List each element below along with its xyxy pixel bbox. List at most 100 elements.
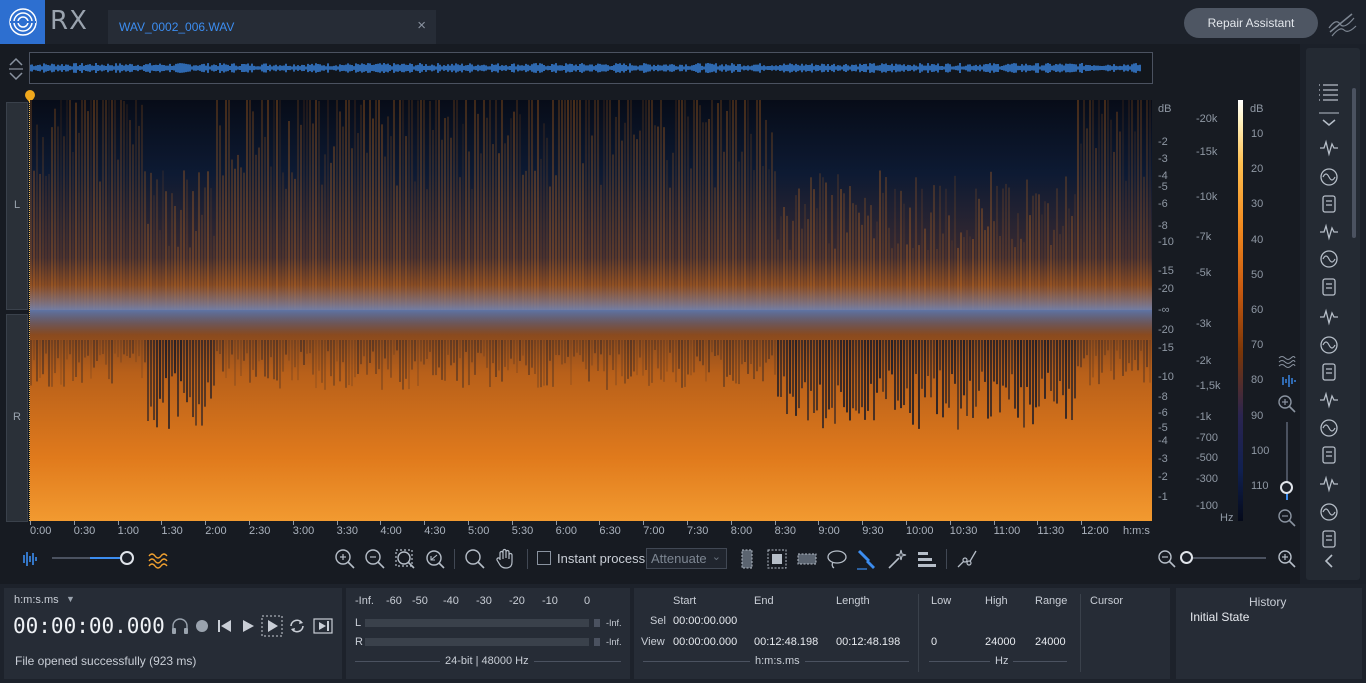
loop-icon[interactable] bbox=[287, 616, 307, 636]
de-crackle-icon[interactable] bbox=[1317, 165, 1341, 189]
de-click-icon[interactable] bbox=[1317, 136, 1341, 160]
db-tick-label: -8 bbox=[1158, 391, 1168, 403]
spectrogram[interactable] bbox=[30, 100, 1152, 521]
gain-icon[interactable] bbox=[1317, 527, 1341, 551]
zoom-in-horizontal-icon[interactable] bbox=[1275, 547, 1299, 571]
time-tick-mark bbox=[1081, 521, 1083, 525]
spectral-repair-icon[interactable] bbox=[1317, 333, 1341, 357]
process-mode-select[interactable]: Attenuate ⌄ bbox=[646, 548, 727, 569]
play-selection-icon[interactable] bbox=[261, 615, 283, 637]
sel-row-label: Sel bbox=[650, 615, 666, 627]
lasso-tool-icon[interactable] bbox=[825, 547, 849, 571]
zoom-to-selection-icon[interactable] bbox=[393, 547, 417, 571]
de-reverb-icon[interactable] bbox=[1317, 443, 1341, 467]
zoom-tool-icon[interactable] bbox=[463, 547, 487, 571]
file-tab[interactable]: WAV_0002_006.WAV × bbox=[108, 10, 436, 44]
spectrogram-toggle-icon[interactable] bbox=[146, 547, 170, 571]
repair-assistant-button[interactable]: Repair Assistant bbox=[1184, 8, 1318, 38]
sel-start-value[interactable]: 00:00:00.000 bbox=[673, 615, 737, 627]
meter-scale-label: 0 bbox=[584, 595, 591, 607]
view-low-value[interactable]: 0 bbox=[931, 636, 937, 648]
zoom-in-icon[interactable] bbox=[333, 547, 357, 571]
module-panel-scrollbar[interactable] bbox=[1352, 88, 1356, 238]
auto-scroll-icon[interactable] bbox=[313, 616, 333, 636]
envelope-tool-icon[interactable] bbox=[955, 547, 979, 571]
horizontal-zoom-handle[interactable] bbox=[1180, 551, 1193, 564]
de-hum-icon[interactable] bbox=[1317, 192, 1341, 216]
overview-expand-icon[interactable] bbox=[6, 55, 26, 83]
module-list-icon[interactable] bbox=[1317, 80, 1341, 104]
frequency-selection-tool-icon[interactable] bbox=[795, 547, 819, 571]
harmonic-selection-tool-icon[interactable] bbox=[915, 547, 939, 571]
time-unit-label: h:m:s.ms bbox=[750, 655, 805, 667]
view-end-value[interactable]: 00:12:48.198 bbox=[754, 636, 818, 648]
de-wind-icon[interactable] bbox=[1317, 305, 1341, 329]
chevron-down-icon[interactable]: ▼ bbox=[66, 594, 75, 604]
instant-process-checkbox[interactable] bbox=[537, 551, 551, 565]
channel-right-button[interactable]: R bbox=[6, 314, 28, 522]
magic-wand-tool-icon[interactable] bbox=[885, 547, 909, 571]
time-tick-mark bbox=[906, 521, 907, 525]
time-tick-mark bbox=[73, 521, 75, 525]
play-icon[interactable] bbox=[240, 618, 256, 634]
pen-tablet-icon[interactable] bbox=[1326, 8, 1358, 38]
view-start-value[interactable]: 00:00:00.000 bbox=[673, 636, 737, 648]
time-frequency-selection-tool-icon[interactable] bbox=[765, 547, 789, 571]
collapse-panel-icon[interactable] bbox=[1320, 552, 1338, 570]
hz-tick-label: -500 bbox=[1196, 452, 1219, 464]
toolbar-divider bbox=[527, 549, 528, 569]
eq-icon[interactable] bbox=[1317, 388, 1341, 412]
module-dropdown-icon[interactable] bbox=[1317, 110, 1341, 134]
de-ess-icon[interactable] bbox=[1317, 247, 1341, 271]
zoom-out-icon[interactable] bbox=[363, 547, 387, 571]
time-selection-tool-icon[interactable] bbox=[735, 547, 759, 571]
spectral-denoise-icon[interactable] bbox=[1317, 472, 1341, 496]
voice-denoise-icon[interactable] bbox=[1317, 360, 1341, 384]
low-header: Low bbox=[931, 595, 952, 607]
horizontal-zoom-track[interactable] bbox=[1186, 557, 1266, 559]
zoom-full-icon[interactable] bbox=[423, 547, 447, 571]
record-icon[interactable] bbox=[194, 618, 210, 634]
time-tick-mark bbox=[687, 521, 688, 525]
time-tick-label: 6:00 bbox=[555, 525, 578, 537]
view-length-value[interactable]: 00:12:48.198 bbox=[836, 636, 900, 648]
channel-left-button[interactable]: L bbox=[6, 102, 28, 310]
time-tick-mark bbox=[249, 521, 250, 525]
de-plosive-icon[interactable] bbox=[1317, 220, 1341, 244]
view-high-value[interactable]: 24000 bbox=[985, 636, 1016, 648]
meter-right-bar bbox=[365, 638, 589, 646]
time-tick-label: 0:00 bbox=[30, 525, 52, 537]
history-item[interactable]: Initial State bbox=[1190, 610, 1249, 624]
zoom-out-vertical-icon[interactable] bbox=[1277, 508, 1297, 528]
close-tab-icon[interactable]: × bbox=[417, 17, 426, 34]
time-tick-mark bbox=[205, 521, 207, 525]
time-tick-label: 11:30 bbox=[1037, 525, 1065, 537]
waveform-toggle-icon[interactable] bbox=[18, 547, 42, 571]
time-format-select[interactable]: h:m:s.ms bbox=[14, 594, 59, 606]
view-range-value[interactable]: 24000 bbox=[1035, 636, 1066, 648]
waveform-view-icon[interactable] bbox=[1278, 374, 1296, 388]
hand-tool-icon[interactable] bbox=[493, 547, 517, 571]
zoom-in-vertical-icon[interactable] bbox=[1277, 394, 1297, 414]
db-tick-label: -∞ bbox=[1158, 304, 1170, 316]
waveform-opacity-handle[interactable] bbox=[120, 551, 134, 565]
time-axis-unit: h:m:s bbox=[1123, 525, 1150, 537]
skip-to-start-icon[interactable] bbox=[216, 618, 234, 634]
waveform-spectrogram-icon[interactable] bbox=[1278, 354, 1296, 368]
vertical-zoom-handle[interactable] bbox=[1280, 481, 1293, 494]
monitor-headphones-icon[interactable] bbox=[170, 616, 190, 636]
colorbar-tick-label: 110 bbox=[1251, 480, 1269, 492]
zoom-out-horizontal-icon[interactable] bbox=[1155, 547, 1179, 571]
breath-control-icon[interactable] bbox=[1317, 500, 1341, 524]
db-tick-label: -6 bbox=[1158, 198, 1168, 210]
time-tick-mark bbox=[1037, 521, 1039, 525]
hz-tick-label: -100 bbox=[1196, 500, 1219, 512]
de-clip-icon[interactable] bbox=[1317, 275, 1341, 299]
meter-scale-label: -10 bbox=[542, 595, 558, 607]
hz-tick-label: -1k bbox=[1196, 411, 1212, 423]
meter-scale-label: -Inf. bbox=[355, 595, 374, 607]
izotope-logo-icon[interactable] bbox=[0, 0, 45, 44]
brush-tool-icon[interactable] bbox=[855, 547, 879, 571]
waveform-overview[interactable] bbox=[29, 52, 1153, 84]
dialogue-isolate-icon[interactable] bbox=[1317, 416, 1341, 440]
